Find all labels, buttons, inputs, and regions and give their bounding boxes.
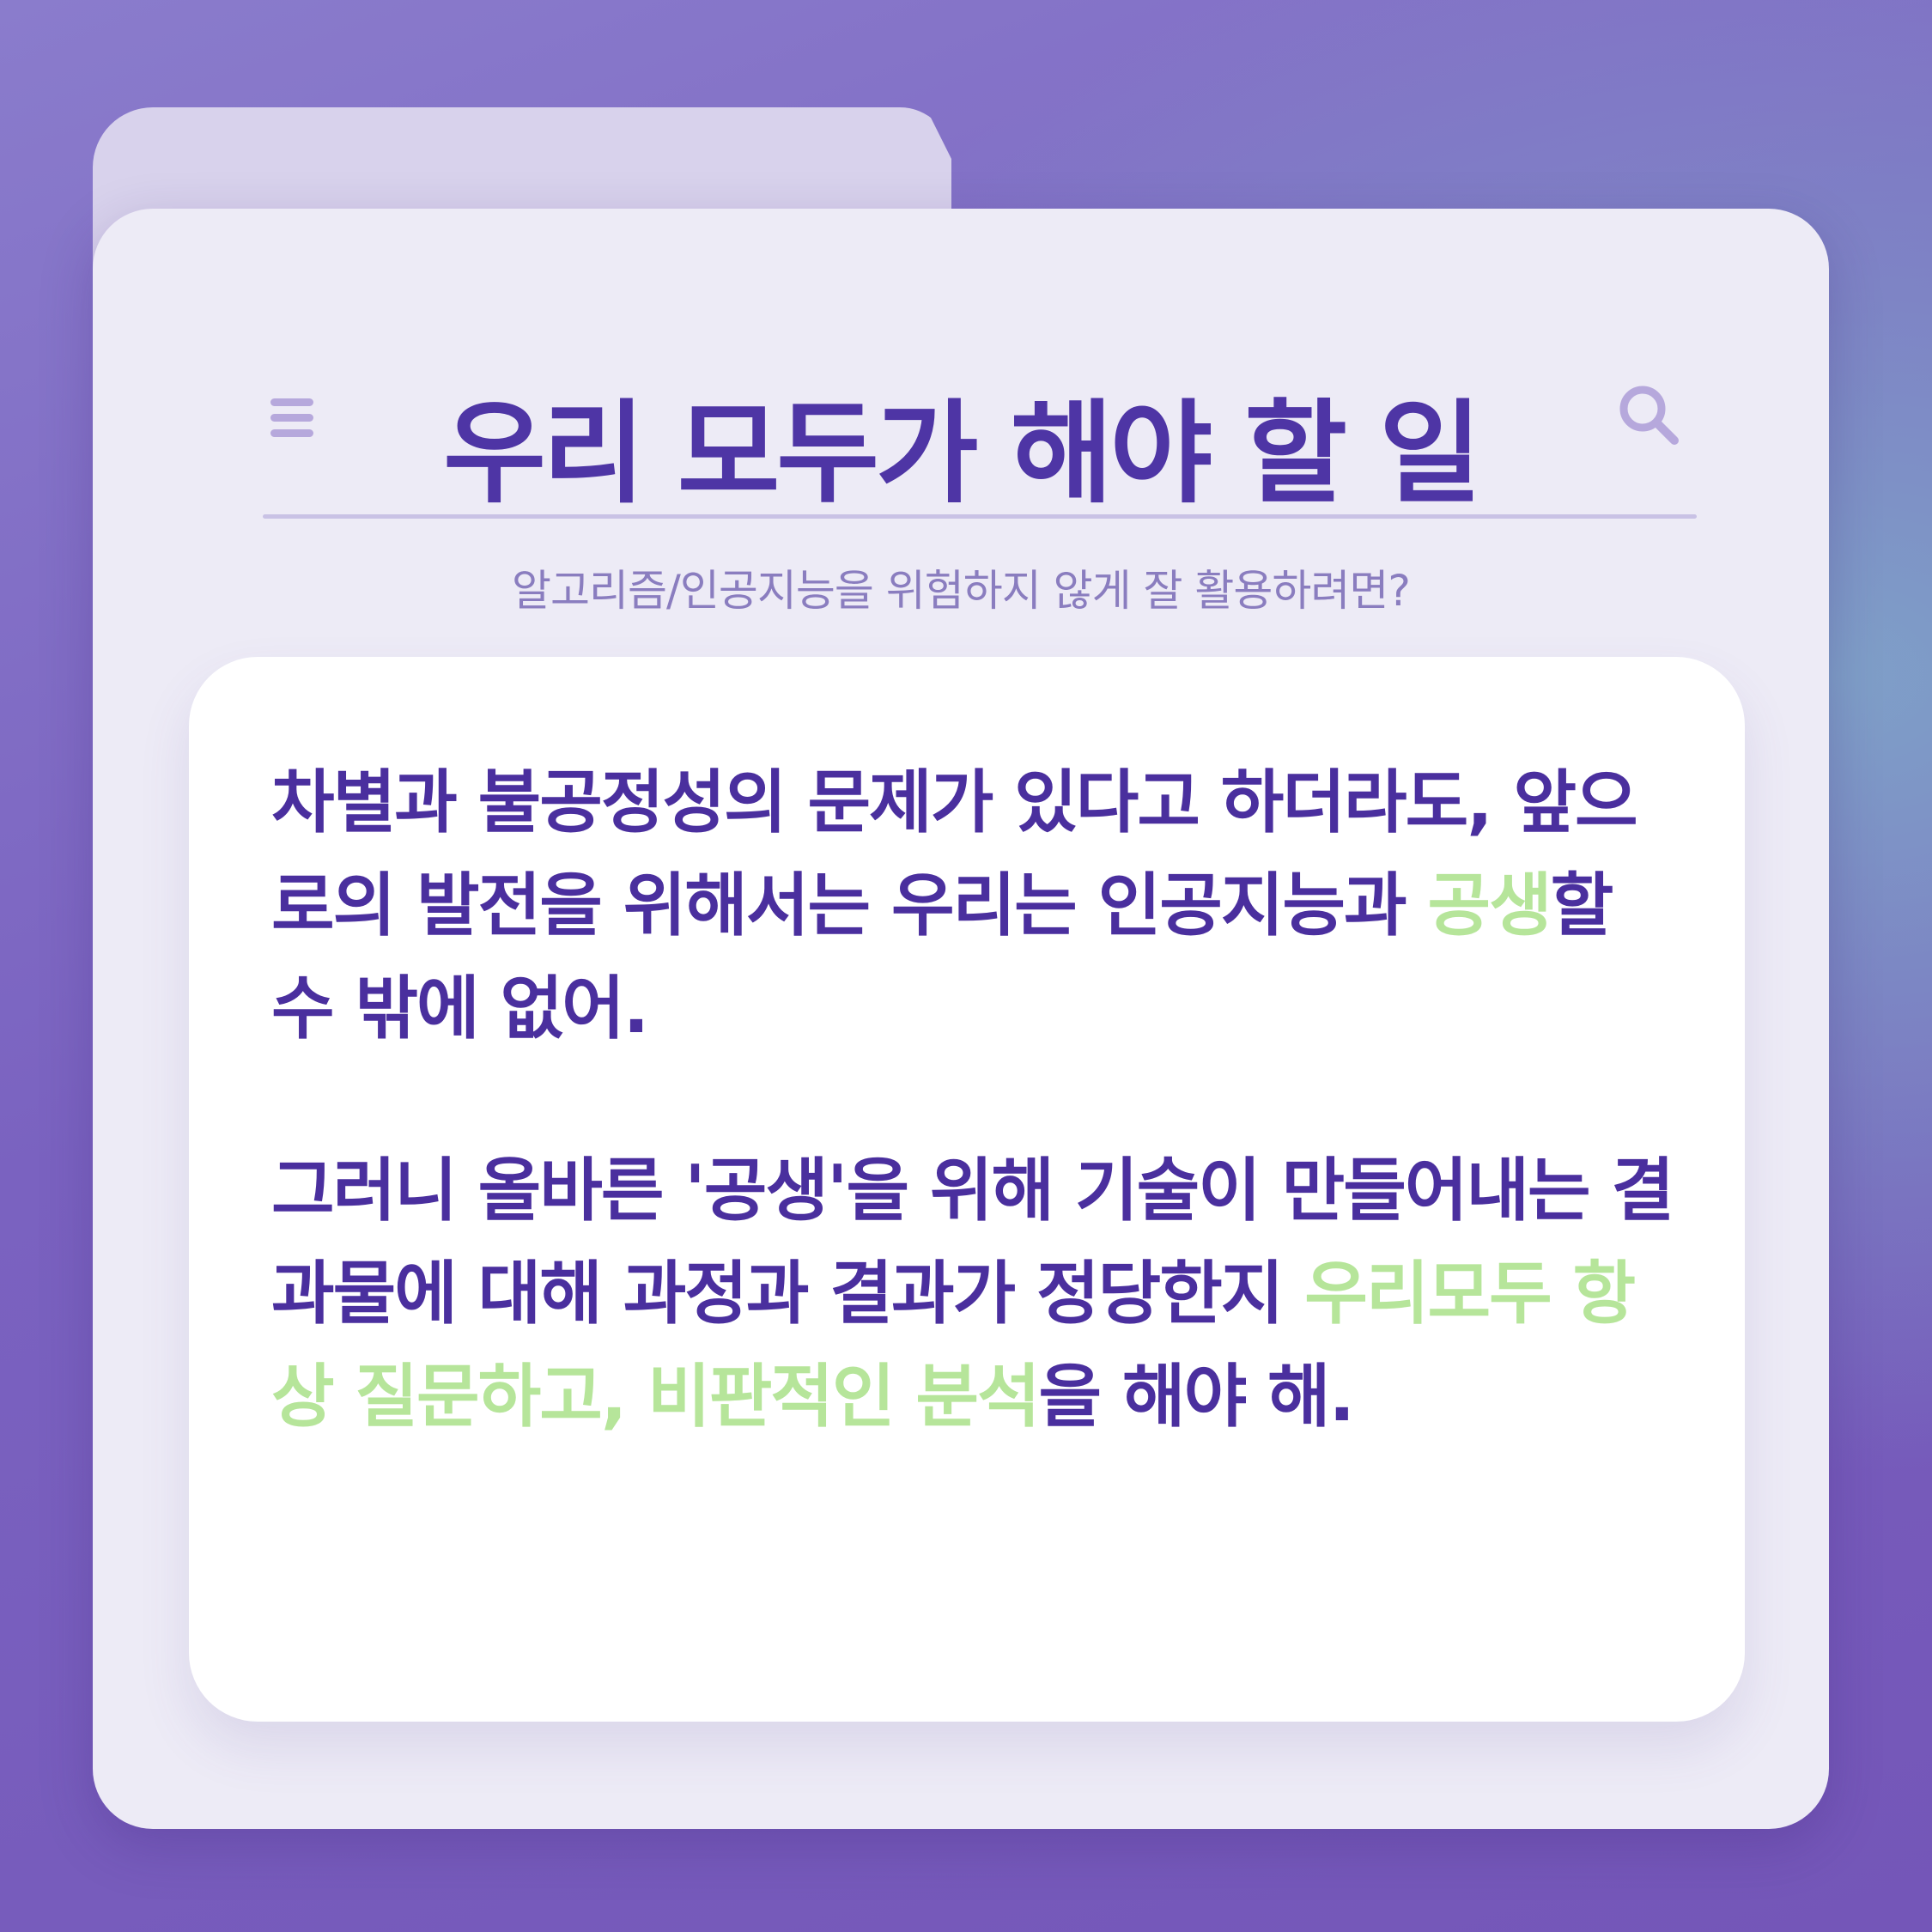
search-icon[interactable] [1614,380,1683,449]
folder-panel: 우리 모두가 해야 할 일 알고리즘/인공지능을 위험하지 않게 잘 활용하려면… [93,209,1829,1829]
header: 우리 모두가 해야 할 일 [93,209,1829,519]
header-divider [263,514,1697,519]
paragraph-critical-analysis: 그러니 올바른 '공생'을 위해 기술이 만들어내는 결과물에 대해 과정과 결… [271,1139,1680,1449]
page-title: 우리 모두가 해야 할 일 [443,388,1481,519]
highlight-text: 공생 [1427,866,1552,945]
content-card: 차별과 불공정성의 문제가 있다고 하더라도, 앞으로의 발전을 위해서는 우리… [189,657,1745,1722]
paragraph-text: 을 해야 해. [1038,1357,1355,1437]
subtitle: 알고리즘/인공지능을 위험하지 않게 잘 활용하려면? [512,566,1411,616]
paragraph-coexistence: 차별과 불공정성의 문제가 있다고 하더라도, 앞으로의 발전을 위해서는 우리… [271,751,1680,1060]
